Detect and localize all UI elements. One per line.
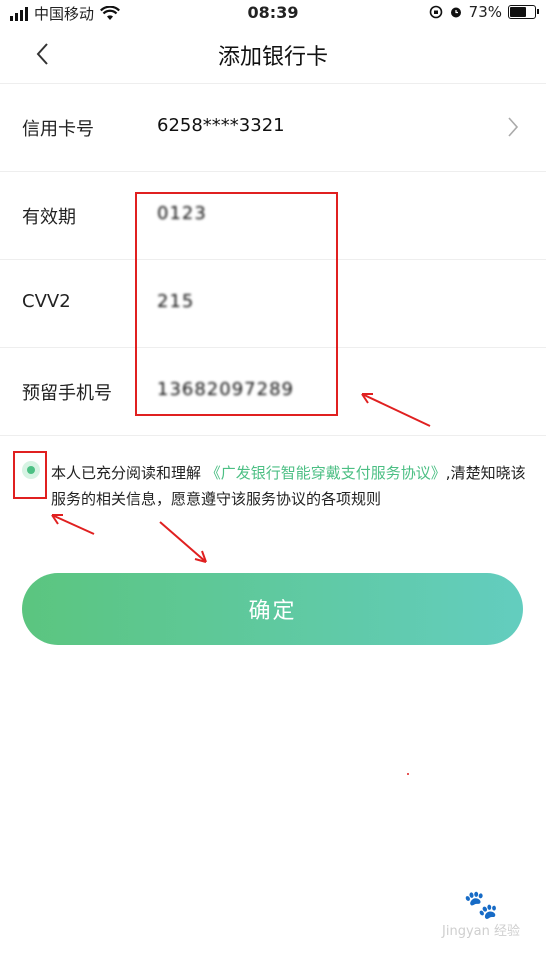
- agreement-text: 本人已充分阅读和理解 《广发银行智能穿戴支付服务协议》,清楚知晓该服务的相关信息…: [51, 460, 531, 512]
- battery-percent: 73%: [468, 3, 502, 21]
- card-number-row[interactable]: 信用卡号 6258****3321: [0, 84, 546, 172]
- orientation-lock-icon: [429, 5, 442, 19]
- battery-icon: [508, 5, 539, 19]
- watermark-text: Jingyan 经验: [442, 924, 520, 939]
- watermark: 🐾 Jingyan 经验: [436, 890, 526, 945]
- phone-label: 预留手机号: [22, 383, 112, 404]
- status-bar: 中国移动 08:39 73%: [0, 0, 546, 26]
- annotation-box-inputs: [135, 192, 338, 416]
- card-number-label: 信用卡号: [22, 119, 94, 140]
- card-number-value: 6258****3321: [157, 115, 285, 136]
- red-dot: [407, 773, 409, 775]
- paw-icon: 🐾: [463, 888, 499, 921]
- cvv2-label: CVV2: [22, 291, 71, 312]
- alarm-icon: [450, 7, 461, 18]
- nav-bar: 添加银行卡: [0, 26, 546, 84]
- expiry-label: 有效期: [22, 207, 76, 228]
- annotation-box-radio: [13, 451, 47, 499]
- arrow-to-radio: [51, 514, 95, 535]
- agreement-text-before: 本人已充分阅读和理解: [51, 464, 206, 482]
- agreement-link[interactable]: 《广发银行智能穿戴支付服务协议》: [206, 464, 446, 482]
- status-right: 73%: [429, 3, 539, 21]
- confirm-label: 确定: [248, 599, 297, 624]
- page-title: 添加银行卡: [217, 45, 328, 70]
- chevron-right-icon[interactable]: [506, 116, 520, 138]
- confirm-button[interactable]: 确定: [22, 573, 523, 645]
- arrow-to-confirm: [159, 521, 207, 563]
